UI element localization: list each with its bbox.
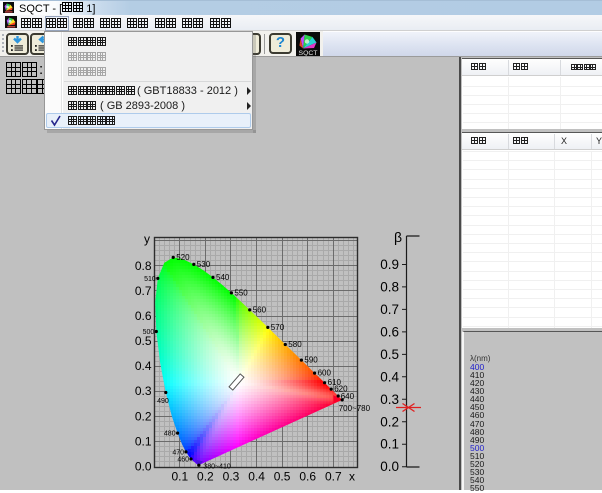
svg-text:0.7: 0.7 bbox=[135, 284, 152, 298]
svg-text:y: y bbox=[144, 232, 150, 246]
svg-text:0.8: 0.8 bbox=[380, 279, 399, 294]
svg-text:0.7: 0.7 bbox=[380, 302, 399, 317]
svg-text:560: 560 bbox=[253, 305, 267, 314]
svg-text:530: 530 bbox=[197, 260, 211, 269]
svg-text:0.9: 0.9 bbox=[380, 257, 399, 272]
svg-text:640: 640 bbox=[341, 392, 355, 401]
svg-text:0.6: 0.6 bbox=[299, 470, 316, 484]
svg-text:490: 490 bbox=[157, 398, 169, 405]
svg-text:0.5: 0.5 bbox=[135, 334, 152, 348]
svg-text:0.1: 0.1 bbox=[380, 437, 399, 452]
svg-text:β: β bbox=[394, 229, 402, 245]
svg-text:480: 480 bbox=[164, 431, 176, 438]
svg-text:0.3: 0.3 bbox=[223, 470, 240, 484]
svg-text:0.2: 0.2 bbox=[135, 409, 152, 423]
svg-text:580: 580 bbox=[288, 340, 302, 349]
svg-text:600: 600 bbox=[318, 369, 332, 378]
svg-text:0.6: 0.6 bbox=[380, 324, 399, 339]
svg-text:0.4: 0.4 bbox=[248, 470, 265, 484]
svg-text:0.0: 0.0 bbox=[135, 459, 152, 473]
svg-text:0.1: 0.1 bbox=[171, 470, 188, 484]
svg-text:590: 590 bbox=[304, 356, 318, 365]
svg-text:0.5: 0.5 bbox=[274, 470, 291, 484]
svg-text:0.7: 0.7 bbox=[325, 470, 342, 484]
svg-text:460: 460 bbox=[177, 457, 189, 464]
svg-text:0.1: 0.1 bbox=[135, 434, 152, 448]
svg-text:520: 520 bbox=[176, 253, 190, 262]
svg-text:550: 550 bbox=[234, 288, 248, 297]
svg-text:0.6: 0.6 bbox=[135, 309, 152, 323]
svg-text:0.4: 0.4 bbox=[135, 359, 152, 373]
svg-text:0.8: 0.8 bbox=[135, 259, 152, 273]
svg-text:570: 570 bbox=[271, 323, 285, 332]
svg-text:0.5: 0.5 bbox=[380, 347, 399, 362]
svg-text:0.2: 0.2 bbox=[197, 470, 214, 484]
svg-text:SQCT: SQCT bbox=[299, 50, 318, 56]
svg-text:0.0: 0.0 bbox=[380, 459, 399, 474]
svg-text:0.3: 0.3 bbox=[135, 384, 152, 398]
svg-text:700~780: 700~780 bbox=[339, 404, 371, 413]
svg-text:0.3: 0.3 bbox=[380, 392, 399, 407]
svg-text:0.4: 0.4 bbox=[380, 369, 399, 384]
svg-text:540: 540 bbox=[216, 273, 230, 282]
svg-text:0.2: 0.2 bbox=[380, 414, 399, 429]
svg-text:510: 510 bbox=[144, 276, 156, 283]
svg-text:x: x bbox=[349, 470, 355, 484]
svg-text:470: 470 bbox=[172, 449, 184, 456]
